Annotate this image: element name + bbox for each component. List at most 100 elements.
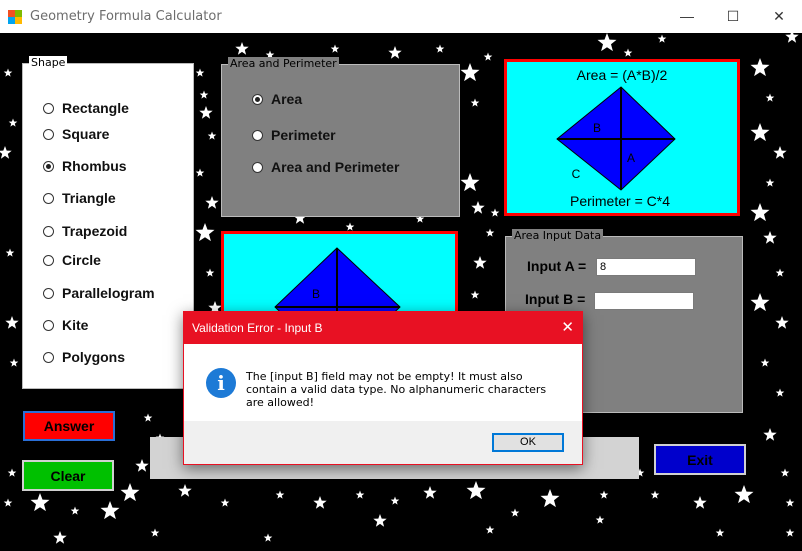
shape-radio-kite[interactable]: Kite — [43, 317, 88, 333]
star-shape — [485, 228, 495, 237]
star-shape — [510, 508, 520, 517]
radio-indicator-icon — [252, 93, 263, 105]
star-shape — [220, 498, 230, 507]
input-data-groupbox-title: Area Input Data — [512, 229, 604, 242]
star-shape — [390, 496, 400, 505]
star-shape — [3, 68, 13, 77]
shape-radio-square[interactable]: Square — [43, 126, 109, 142]
calc-radio-area-and-perimeter[interactable]: Area and Perimeter — [252, 159, 399, 175]
calc-radio-perimeter[interactable]: Perimeter — [252, 127, 336, 143]
app-icon — [8, 10, 22, 24]
star-shape — [373, 514, 387, 527]
star-shape — [150, 528, 160, 537]
radio-indicator-icon — [43, 160, 54, 172]
ok-button[interactable]: OK — [492, 433, 564, 452]
star-shape — [388, 46, 402, 59]
calc-type-groupbox: Area and Perimeter Area Perimeter Area and… — [221, 57, 460, 217]
shape-radio-label: Square — [62, 126, 110, 142]
radio-indicator-icon — [43, 102, 54, 114]
star-shape — [0, 146, 12, 159]
star-shape — [490, 208, 500, 217]
diagonal-a-label: A — [627, 151, 635, 165]
maximize-button[interactable]: ☐ — [710, 0, 756, 33]
shape-radio-trapezoid[interactable]: Trapezoid — [43, 223, 127, 239]
star-shape — [195, 223, 215, 242]
star-shape — [773, 146, 787, 159]
formula-diagram: Area = (A*B)/2 B A C Perimeter = C*4 — [504, 59, 740, 216]
shape-radio-label: Rhombus — [62, 158, 127, 174]
exit-button[interactable]: Exit — [654, 444, 746, 475]
star-shape — [9, 358, 19, 367]
star-shape — [195, 68, 205, 77]
star-shape — [355, 490, 365, 499]
shape-radio-label: Polygons — [62, 349, 126, 365]
shape-groupbox-title: Shape — [29, 56, 68, 69]
perimeter-formula-label: Perimeter = C*4 — [570, 193, 670, 209]
star-shape — [763, 231, 777, 244]
radio-indicator-icon — [43, 254, 54, 266]
star-shape — [763, 428, 777, 441]
dialog-footer: OK — [184, 421, 582, 464]
shape-radio-circle[interactable]: Circle — [43, 252, 101, 268]
input-b-label: Input B = — [525, 291, 586, 307]
shape-radio-rectangle[interactable]: Rectangle — [43, 100, 129, 116]
star-shape — [785, 528, 795, 537]
input-a-field[interactable]: 8 — [596, 258, 696, 276]
star-shape — [693, 496, 707, 509]
calc-radio-label: Perimeter — [271, 127, 336, 143]
window-title: Geometry Formula Calculator — [30, 9, 222, 24]
radio-indicator-icon — [252, 161, 263, 173]
star-shape — [715, 528, 725, 537]
shape-radio-label: Parallelogram — [62, 285, 155, 301]
shape-radio-polygons[interactable]: Polygons — [43, 349, 125, 365]
star-shape — [207, 131, 217, 140]
minimize-button[interactable]: — — [664, 0, 710, 33]
side-c-label: C — [572, 167, 581, 181]
star-shape — [775, 316, 789, 329]
star-shape — [657, 34, 667, 43]
calc-radio-area[interactable]: Area — [252, 91, 302, 107]
star-shape — [460, 63, 480, 82]
radio-indicator-icon — [43, 225, 54, 237]
radio-indicator-icon — [43, 192, 54, 204]
answer-button[interactable]: Answer — [23, 411, 115, 441]
star-shape — [750, 123, 770, 142]
input-a-label: Input A = — [527, 258, 587, 274]
star-shape — [540, 489, 560, 508]
star-shape — [470, 98, 480, 107]
dialog-close-icon[interactable]: ✕ — [561, 318, 574, 336]
calc-type-groupbox-title: Area and Perimeter — [228, 57, 339, 70]
star-shape — [345, 222, 355, 231]
radio-indicator-icon — [252, 129, 263, 141]
rhombus-formula-figure: Area = (A*B)/2 B A C Perimeter = C*4 — [556, 67, 676, 209]
shape-radio-parallelogram[interactable]: Parallelogram — [43, 285, 155, 301]
star-shape — [775, 268, 785, 277]
star-shape — [734, 485, 754, 504]
star-shape — [623, 48, 633, 57]
input-b-field[interactable] — [594, 292, 694, 310]
radio-indicator-icon — [43, 128, 54, 140]
star-shape — [205, 196, 219, 209]
star-shape — [765, 178, 775, 187]
close-button[interactable]: ✕ — [756, 0, 802, 33]
star-shape — [199, 90, 209, 99]
shape-radio-rhombus[interactable]: Rhombus — [43, 158, 127, 174]
star-shape — [780, 468, 790, 477]
star-shape — [473, 256, 487, 269]
shape-radio-label: Trapezoid — [62, 223, 128, 239]
star-shape — [120, 483, 140, 502]
star-shape — [760, 358, 770, 367]
star-shape — [199, 106, 213, 119]
star-shape — [235, 42, 249, 55]
star-shape — [775, 388, 785, 397]
star-shape — [460, 173, 480, 192]
star-shape — [483, 52, 493, 61]
calc-radio-label: Area — [271, 91, 303, 107]
dialog-message: The [input B] field may not be empty! It… — [246, 370, 547, 409]
star-shape — [785, 498, 795, 507]
star-shape — [313, 496, 327, 509]
title-bar: Geometry Formula Calculator — ☐ ✕ — [0, 0, 802, 34]
star-shape — [3, 498, 13, 507]
shape-radio-triangle[interactable]: Triangle — [43, 190, 116, 206]
clear-button[interactable]: Clear — [22, 460, 114, 491]
